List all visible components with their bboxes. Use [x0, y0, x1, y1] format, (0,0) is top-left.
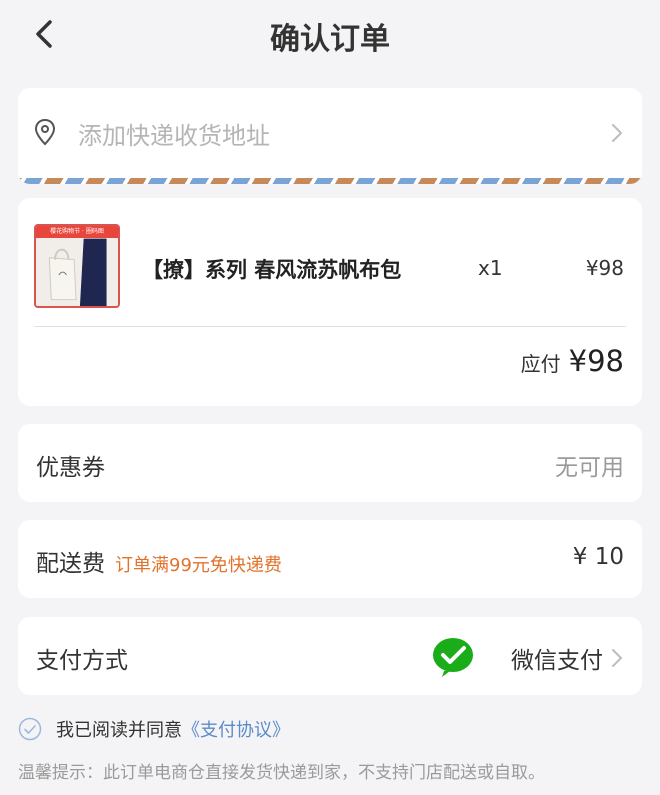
agreement-text: 我已阅读并同意 — [56, 720, 182, 741]
location-pin-icon — [34, 118, 56, 146]
product-thumbnail[interactable]: 樱花购物节 · 圈码图 — [34, 224, 120, 308]
payable-amount: ¥98 — [568, 344, 624, 378]
warm-tip: 温馨提示：此订单电商仓直接发货快递到家，不支持门店配送或自取。 — [18, 763, 545, 783]
goods-card: 樱花购物节 · 圈码图 【撩】系列 春风流苏帆布包 x1 ¥98 应付 ¥98 — [18, 198, 642, 406]
product-price: ¥98 — [585, 256, 624, 280]
product-quantity: x1 — [478, 256, 503, 280]
coupon-label: 优惠券 — [36, 455, 105, 481]
agree-checkbox-icon[interactable] — [18, 717, 42, 741]
payment-method-row[interactable]: 支付方式 微信支付 — [18, 617, 642, 695]
wechat-pay-icon — [433, 638, 473, 677]
product-name[interactable]: 【撩】系列 春风流苏帆布包 — [142, 254, 401, 284]
shipping-fee-row: 配送费 订单满99元免快递费 ¥ 10 — [18, 520, 642, 598]
payment-method-label: 微信支付 — [511, 648, 603, 674]
payable-total: 应付 ¥98 — [521, 344, 624, 378]
chevron-right-icon — [612, 124, 622, 142]
envelope-stripe — [18, 178, 642, 184]
thumbnail-banner: 樱花购物节 · 圈码图 — [36, 226, 118, 238]
page-title: 确认订单 — [270, 22, 390, 57]
header-bar: 确认订单 — [0, 0, 660, 72]
tote-bag-image — [36, 238, 118, 306]
coupon-value: 无可用 — [555, 455, 624, 481]
payment-agreement-link[interactable]: 《支付协议》 — [182, 716, 290, 742]
shipping-label: 配送费 — [36, 551, 105, 577]
shipping-label-group: 配送费 订单满99元免快递费 — [36, 544, 282, 578]
free-shipping-promo: 订单满99元免快递费 — [115, 555, 282, 576]
agreement-row: 我已阅读并同意 《支付协议》 — [18, 716, 290, 742]
add-address-card[interactable]: 添加快递收货地址 — [18, 88, 642, 184]
address-placeholder: 添加快递收货地址 — [78, 122, 270, 150]
payable-label: 应付 — [520, 352, 561, 376]
chevron-right-icon — [612, 649, 622, 667]
shipping-fee: ¥ 10 — [572, 544, 624, 570]
coupon-row[interactable]: 优惠券 无可用 — [18, 424, 642, 502]
payment-label: 支付方式 — [36, 648, 128, 674]
divider — [34, 326, 626, 327]
